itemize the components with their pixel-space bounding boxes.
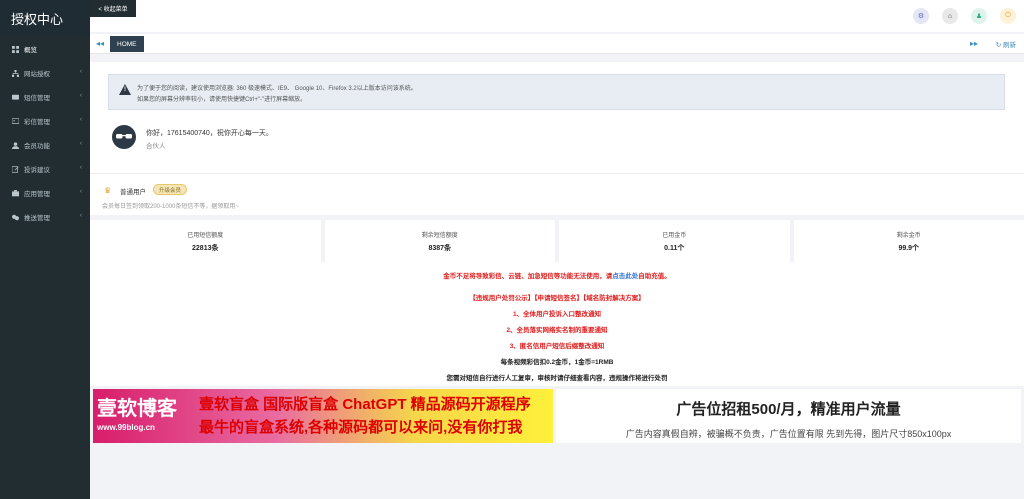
sidebar: 授权中心 概览 网站授权 ‹ 短信管理 ‹ 彩信管理 ‹ 会员功能 ‹ 投诉建议…	[0, 0, 90, 499]
tab-scroll-left-icon[interactable]: ◂◂	[96, 39, 104, 48]
notice-link-2[interactable]: 2、全员落实网络实名制的重要通知	[90, 324, 1024, 334]
top-header: ⚙ ⌂ ♟ ⏻	[90, 0, 1024, 32]
membership-panel: ♛ 普通用户 升级会员 会员每日签到领取200-1000条短信不等，据领取用~	[90, 173, 1024, 215]
ad-headline-2: 最牛的盲盒系统,各种源码都可以来问,没有你打我	[199, 419, 523, 436]
refresh-icon: ↻	[995, 42, 1002, 49]
ad-headline-1: 壹软盲盒 国际版盲盒 ChatGPT 精品源码开源程序	[199, 396, 531, 413]
logout-icon[interactable]: ⏻	[1000, 8, 1016, 24]
sidebar-item-mms[interactable]: 彩信管理 ‹	[0, 109, 90, 133]
review-note: 您需对短信自行进行人工复审，审核时请仔细查看内容，违规操作将进行处罚	[446, 375, 668, 382]
stat-card: 已用短信额度 22813条	[90, 220, 321, 262]
user-role: 合伙人	[146, 143, 166, 150]
sidebar-item-overview[interactable]: 概览	[0, 37, 90, 61]
mms-icon	[12, 117, 19, 124]
stat-label: 剩余短信额度	[421, 233, 458, 239]
chevron-left-icon: ‹	[80, 69, 82, 75]
ad-rent-title: 广告位招租500/月，精准用户流量	[676, 401, 901, 418]
notice-panel: 金币不足将导致彩信、云链、加急短信等功能无法使用，请点击此处自助充值。 【违规用…	[90, 262, 1024, 386]
edit-icon	[12, 165, 19, 173]
sidebar-item-label: 短信管理	[24, 95, 50, 102]
ad-rent-sub: 广告内容真假自辨，被骗概不负责，广告位置有限 先到先得，图片尺寸850x100p…	[625, 429, 952, 439]
stat-label: 已用短信额度	[187, 233, 224, 239]
notice-link-1[interactable]: 1、全体用户投诉入口整改通知	[90, 308, 1024, 318]
membership-level: 普通用户	[120, 189, 146, 196]
tab-home[interactable]: HOME	[110, 36, 144, 52]
sidebar-item-member[interactable]: 会员功能 ‹	[0, 133, 90, 157]
ad-banner-right[interactable]: 广告位招租500/月，精准用户流量 广告内容真假自辨，被骗概不负责，广告位置有限…	[556, 389, 1021, 443]
sidebar-item-feedback[interactable]: 投诉建议 ‹	[0, 157, 90, 181]
recharge-notice: 金币不足将导致彩信、云链、加急短信等功能无法使用，请点击此处自助充值。	[443, 273, 671, 280]
ad-url: www.99blog.cn	[97, 423, 155, 432]
stat-label: 剩余金币	[896, 233, 921, 239]
sidebar-item-label: 网站授权	[24, 71, 50, 78]
sidebar-item-label: 应用管理	[24, 191, 50, 198]
home-icon[interactable]: ⌂	[942, 8, 958, 24]
chevron-left-icon: ‹	[80, 189, 82, 195]
notice-link-3[interactable]: 3、匿名信用户短信后缀整改通知	[90, 340, 1024, 350]
pricing-note: 每条视频彩信扣0.2金币，1金币=1RMB	[500, 359, 614, 366]
refresh-button[interactable]: ↻ 刷新	[996, 39, 1016, 49]
greeting-text: 你好，17615400740，祝你开心每一天。	[146, 130, 273, 137]
upgrade-badge[interactable]: 升级会员	[153, 184, 188, 195]
stat-card: 剩余短信额度 8387条	[324, 220, 555, 262]
push-icon	[12, 214, 19, 220]
avatar[interactable]	[112, 125, 136, 149]
user-icon[interactable]: ♟	[971, 8, 987, 24]
sidebar-item-label: 会员功能	[24, 143, 50, 150]
chevron-left-icon: ‹	[80, 93, 82, 99]
tab-scroll-right-icon[interactable]: ▸▸	[970, 39, 978, 48]
main-content: ! 为了便于您的阅读，建议使用浏览器: 360 极速模式、IE9、 Google…	[90, 56, 1024, 499]
stat-label: 已用金币	[662, 233, 687, 239]
brand-title: 授权中心	[0, 0, 90, 36]
sidebar-item-sms[interactable]: 短信管理 ‹	[0, 85, 90, 109]
user-icon	[12, 141, 19, 149]
alert-line-1: 为了便于您的阅读，建议使用浏览器: 360 极速模式、IE9、 Google 1…	[137, 86, 417, 92]
sidebar-item-label: 投诉建议	[24, 167, 50, 174]
stats-row: 已用短信额度 22813条 剩余短信额度 8387条 已用金币 0.11个 剩余…	[90, 220, 1024, 262]
notice-links[interactable]: 【违规用户处罚公示】【申请短信签名】【域名防封解决方案】	[90, 292, 1024, 302]
dashboard-icon	[12, 45, 19, 53]
alert-line-2: 如果您的屏幕分辨率较小，请使用快捷键Ctrl+"-"进行屏幕缩放。	[137, 97, 307, 103]
stat-value: 0.11个	[664, 245, 685, 252]
stat-value: 22813条	[192, 245, 219, 252]
browser-alert: ! 为了便于您的阅读，建议使用浏览器: 360 极速模式、IE9、 Google…	[108, 74, 1005, 110]
crown-icon: ♛	[104, 186, 112, 195]
stat-card: 剩余金币 99.9个	[793, 220, 1024, 262]
app-icon	[12, 189, 19, 196]
chevron-left-icon: ‹	[80, 117, 82, 123]
chevron-left-icon: ‹	[80, 141, 82, 147]
sidebar-item-push[interactable]: 推送管理 ‹	[0, 205, 90, 229]
stat-card: 已用金币 0.11个	[559, 220, 790, 262]
tab-bar: ◂◂ HOME ▸▸ ↻ 刷新	[90, 34, 1024, 54]
sidebar-item-label: 推送管理	[24, 215, 50, 222]
chevron-left-icon: ‹	[80, 165, 82, 171]
sidebar-item-label: 概览	[24, 47, 37, 54]
sitemap-icon	[12, 69, 19, 77]
ad-logo: 壹软博客	[97, 396, 177, 420]
message-icon	[12, 94, 19, 100]
stat-value: 8387条	[428, 245, 452, 252]
welcome-panel: ! 为了便于您的阅读，建议使用浏览器: 360 极速模式、IE9、 Google…	[90, 62, 1024, 174]
stat-value: 99.9个	[898, 245, 920, 252]
settings-icon[interactable]: ⚙	[913, 8, 929, 24]
ad-banner-left[interactable]: 壹软博客 www.99blog.cn 壹软盲盒 国际版盲盒 ChatGPT 精品…	[93, 389, 553, 443]
membership-desc: 会员每日签到领取200-1000条短信不等，据领取用~	[102, 204, 239, 210]
glasses-icon	[116, 134, 132, 139]
sidebar-item-site-auth[interactable]: 网站授权 ‹	[0, 61, 90, 85]
chevron-left-icon: ‹	[80, 213, 82, 219]
sidebar-item-apps[interactable]: 应用管理 ‹	[0, 181, 90, 205]
recharge-link[interactable]: 点击此处	[612, 273, 638, 280]
collapse-menu-button[interactable]: < 收起菜单	[90, 0, 136, 17]
sidebar-item-label: 彩信管理	[24, 119, 50, 126]
